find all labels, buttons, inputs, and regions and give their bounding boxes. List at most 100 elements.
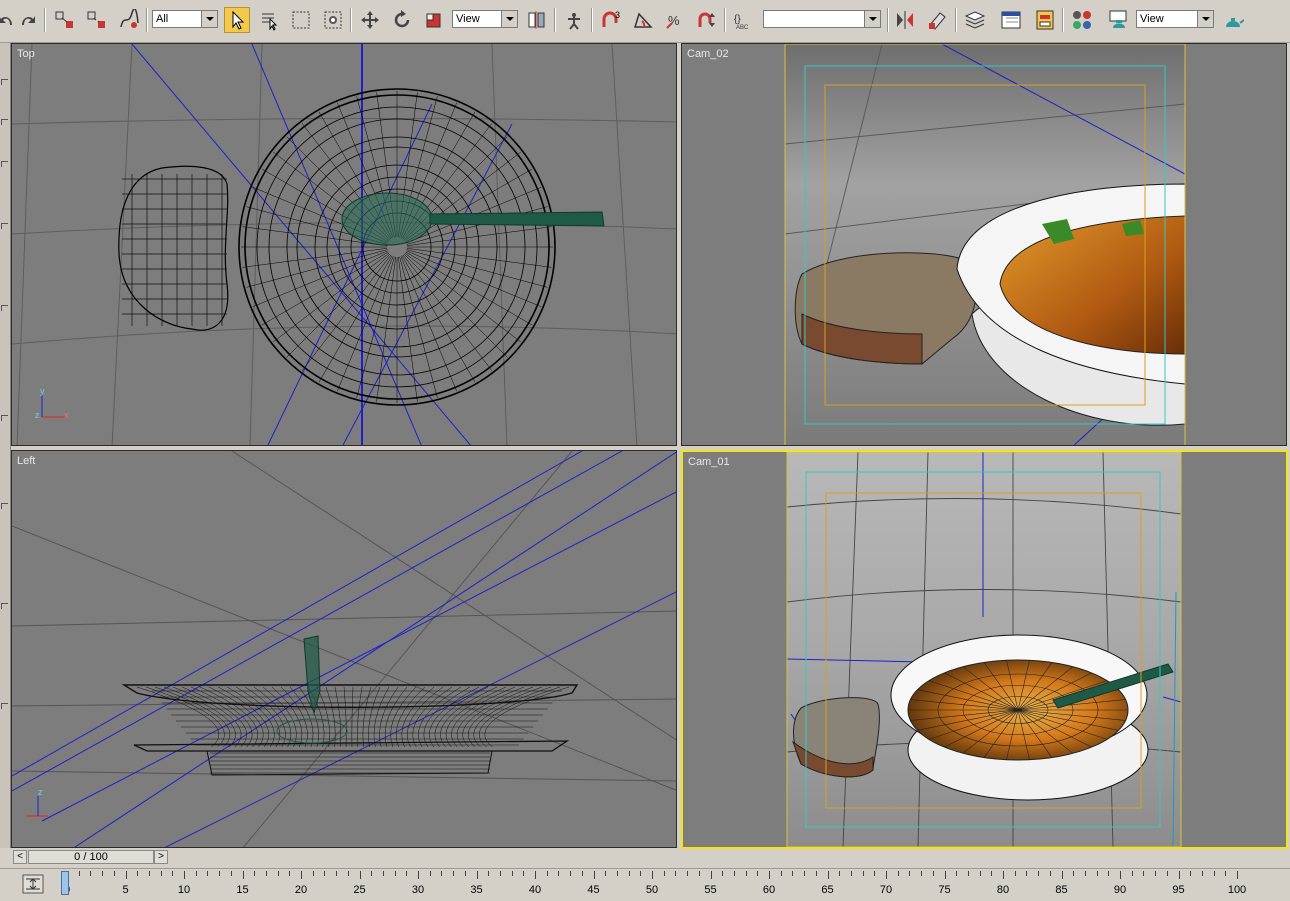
ruler-tick [172,871,174,876]
ruler-tick [1225,871,1227,876]
ruler-tick [1143,871,1145,876]
axis-label-z: z [38,787,43,797]
ruler-tick [1190,871,1192,876]
ruler-tick [219,871,221,876]
frame-ruler[interactable]: 0510152025303540455055606570758085909510… [62,871,1262,899]
percent-snap-icon: % [666,13,680,29]
ruler-tick [921,871,923,876]
top-view-scene [12,44,676,445]
curve-editor-icon [1001,11,1021,29]
ruler-tick [312,871,314,876]
percent-snap-button[interactable]: % [662,7,688,33]
toolbar-separator [955,8,956,32]
ruler-tick [148,871,150,876]
select-and-link-icon [55,11,73,28]
schematic-view-button[interactable] [1032,7,1058,33]
viewport-left[interactable]: Left z [11,450,677,848]
next-frame-button[interactable]: > [154,850,168,864]
edit-named-selection-button[interactable]: {} ABC [731,7,757,33]
ruler-tick [230,871,232,876]
ruler-tick [745,871,747,876]
render-scene-button[interactable] [1106,7,1132,33]
ruler-label: 15 [236,884,249,896]
material-editor-button[interactable] [1069,7,1095,33]
angle-snap-icon [633,12,653,28]
bind-space-warp-button[interactable] [116,7,142,33]
ruler-tick [886,871,887,879]
toolbar-separator [1062,8,1063,32]
selection-filter-dropdown[interactable]: All [152,10,218,28]
ruler-tick [371,871,373,876]
ruler-label: 10 [177,884,191,896]
snaps-toggle-icon: 3 [602,10,620,27]
ruler-label: 55 [704,884,717,896]
pivot-icon [528,11,545,29]
render-type-dropdown[interactable]: View [1136,10,1214,28]
ruler-tick [90,871,92,876]
ruler-tick [675,871,677,876]
select-by-name-button[interactable] [256,7,282,33]
window-crossing-button[interactable] [320,7,346,33]
unlink-button[interactable] [84,7,110,33]
redo-button[interactable] [14,7,40,33]
ruler-tick [499,871,501,876]
previous-frame-button[interactable]: < [13,850,27,864]
select-object-button[interactable] [224,7,250,33]
viewport-cam-01[interactable]: Cam_01 [681,450,1288,849]
ruler-tick [687,871,689,876]
chevron-down-icon[interactable] [501,11,517,27]
snaps-toggle-button[interactable]: 3 [598,7,624,33]
ruler-tick [1131,871,1133,876]
ruler-label: 20 [294,884,308,896]
current-frame-marker[interactable] [61,871,69,895]
named-selection-sets-dropdown[interactable] [763,10,881,28]
chevron-down-icon[interactable] [864,11,880,27]
viewport-top[interactable]: Top y z x [11,43,677,446]
manipulate-button[interactable] [561,7,587,33]
chevron-down-icon[interactable] [1197,11,1213,27]
ruler-tick [1038,871,1040,876]
axis-label-z: z [35,410,40,420]
viewport-label-top[interactable]: Top [17,48,35,60]
scale-button[interactable] [421,7,447,33]
viewport-label-left[interactable]: Left [17,455,35,467]
rotate-button[interactable] [389,7,415,33]
pivot-point-button[interactable] [524,7,550,33]
viewport-label-cam-02[interactable]: Cam_02 [687,48,729,60]
curve-editor-button[interactable] [998,7,1024,33]
mirror-icon [897,11,913,29]
ruler-tick [195,871,197,876]
toolbar-separator [554,8,555,32]
mini-curve-editor-icon[interactable] [22,873,44,895]
ruler-tick [1178,871,1180,879]
move-button[interactable] [357,7,383,33]
spinner-snap-button[interactable] [694,7,720,33]
select-and-link-button[interactable] [52,7,78,33]
angle-snap-button[interactable] [630,7,656,33]
track-bar[interactable]: 0510152025303540455055606570758085909510… [0,868,1290,901]
command-panel-edge [0,43,11,848]
ruler-label: 50 [645,884,659,896]
toolbar-separator [724,8,725,32]
reference-coordinate-dropdown[interactable]: View [452,10,518,28]
ruler-tick [605,871,607,876]
mirror-button[interactable] [892,7,918,33]
render-type-value: View [1140,13,1164,25]
time-slider-thumb[interactable]: 0 / 100 [28,850,154,864]
rectangle-selection-button[interactable] [288,7,314,33]
ruler-tick [184,871,185,879]
align-button[interactable] [924,7,950,33]
layer-manager-button[interactable] [962,7,988,33]
manipulate-icon [568,13,580,30]
viewport-label-cam-01[interactable]: Cam_01 [688,456,730,468]
ruler-label: 40 [528,884,542,896]
toolbar-separator [44,8,45,32]
ruler-tick [967,871,969,876]
ruler-label: 60 [762,884,776,896]
ruler-label: 25 [353,884,366,896]
quick-render-button[interactable] [1220,7,1246,33]
ruler-tick [698,871,700,876]
chevron-down-icon[interactable] [201,11,217,27]
ruler-tick [1237,871,1238,879]
viewport-cam-02[interactable]: Cam_02 [681,43,1287,446]
